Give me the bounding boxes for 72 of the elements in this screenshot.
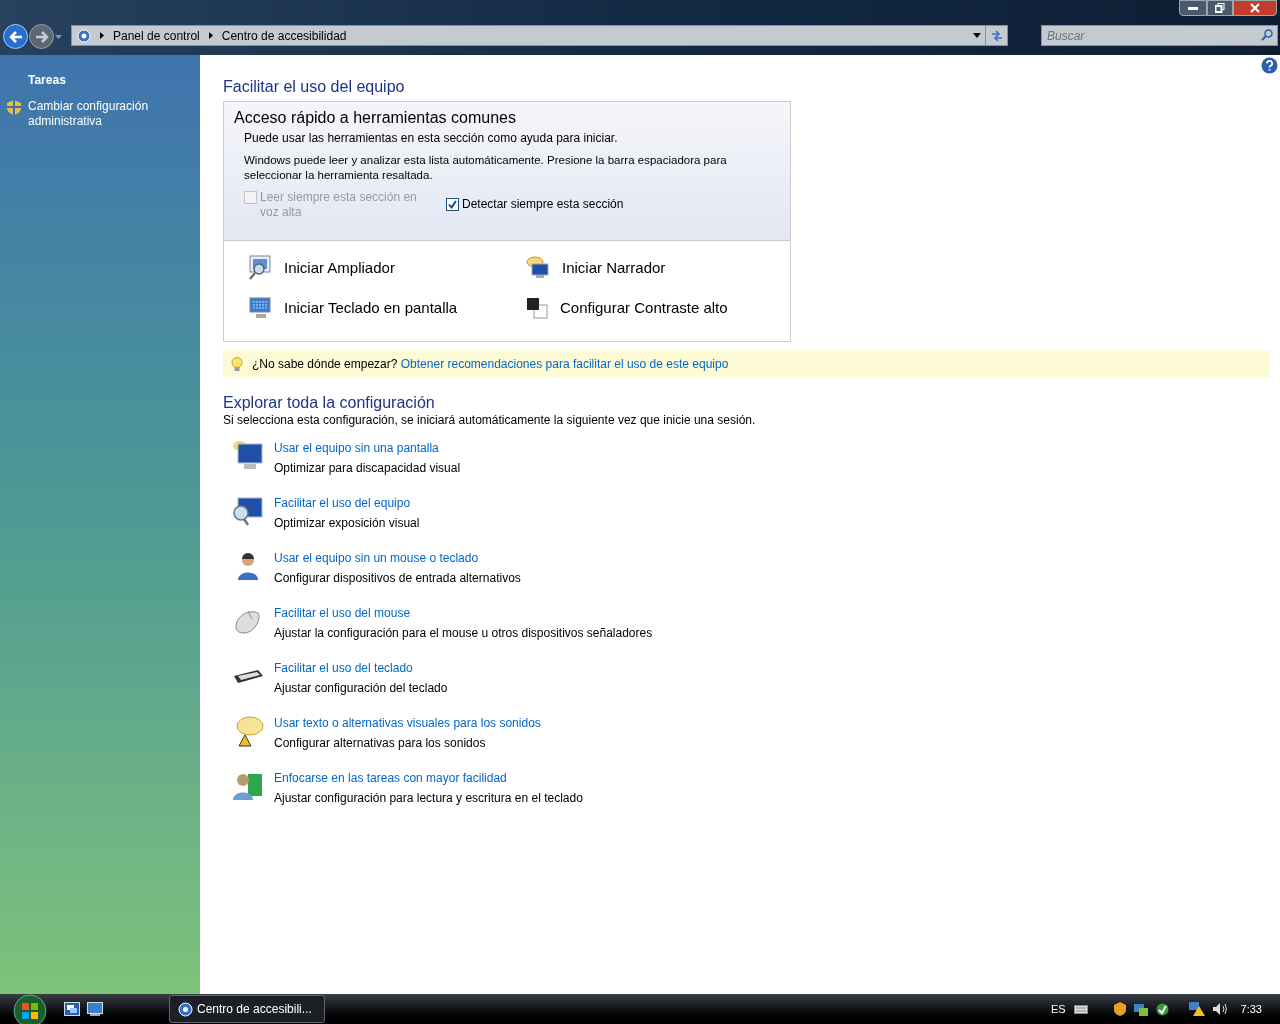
shield-icon	[7, 100, 21, 115]
minimize-button[interactable]	[1179, 0, 1207, 16]
light-bulb-icon	[231, 356, 243, 372]
checkbox-label: Leer siempre esta sección en voz alta	[260, 190, 418, 220]
checkbox[interactable]	[446, 198, 459, 211]
tool-link[interactable]: Iniciar Teclado en pantalla	[284, 296, 458, 320]
setting-link[interactable]: Facilitar el uso del mouse	[274, 606, 411, 621]
chevron-right-icon[interactable]	[100, 32, 104, 39]
minimize-icon	[1188, 6, 1198, 10]
chevron-right-icon[interactable]	[208, 32, 213, 39]
forward-button[interactable]	[29, 24, 54, 49]
magnifier-icon	[248, 255, 272, 281]
setting-link[interactable]: Usar el equipo sin una pantalla	[274, 441, 439, 456]
tool-link[interactable]: Configurar Contraste alto	[560, 296, 728, 320]
network-icon[interactable]	[1133, 1002, 1148, 1016]
speaker-icon[interactable]	[1212, 1003, 1229, 1015]
setting-description: Configurar dispositivos de entrada alternativos	[274, 571, 521, 586]
taskbar-window-button[interactable]: Centro de accesibili...	[169, 995, 325, 1023]
setting-link[interactable]: Enfocarse en las tareas con mayor facilidad	[274, 771, 507, 786]
breadcrumb-link[interactable]: Centro de accesibilidad	[221, 26, 347, 45]
sidebar-title: Tareas	[28, 72, 67, 89]
high-contrast-icon	[526, 297, 548, 319]
setting-link[interactable]: Usar el equipo sin un mouse o teclado	[274, 551, 479, 566]
setting-description: Ajustar la configuración para el mouse u otros dispositivos señaladores	[274, 626, 653, 641]
restore-button[interactable]	[1207, 0, 1233, 16]
tool-link[interactable]: Iniciar Narrador	[562, 256, 666, 280]
restore-icon	[1215, 3, 1225, 13]
recommendations-link[interactable]: Obtener recomendaciones para facilitar el uso de este equipo	[400, 357, 729, 371]
setting-description: Ajustar configuración del teclado	[274, 681, 448, 696]
network-warning-icon[interactable]	[1188, 1002, 1205, 1016]
breadcrumb-link[interactable]: Panel de control	[113, 26, 200, 45]
checkbox-label: Detectar siempre esta sección	[462, 197, 624, 212]
setting-description: Optimizar exposición visual	[274, 516, 420, 531]
panel-description: Windows puede leer y analizar esta lista automáticamente. Presione la barra espaciadora para seleccionar la herramienta resaltada.	[243, 153, 728, 183]
switch-windows-icon[interactable]	[64, 1002, 80, 1016]
clock[interactable]: 7:33	[1240, 1000, 1262, 1018]
tool-link[interactable]: Iniciar Ampliador	[284, 256, 395, 280]
section-title: Explorar toda la configuración	[223, 393, 435, 413]
setting-link[interactable]: Facilitar el uso del teclado	[274, 661, 413, 676]
monitor-magnifier-icon	[232, 495, 264, 527]
language-indicator[interactable]: ES	[1050, 1000, 1066, 1018]
setting-description: Ajustar configuración para lectura y escritura en el teclado	[274, 791, 583, 806]
control-panel-icon	[77, 28, 91, 43]
sidebar-link[interactable]: Cambiar configuración administrativa	[28, 99, 168, 129]
control-panel-icon	[178, 1001, 193, 1017]
tip-question: ¿No sabe dónde empezar?	[252, 357, 398, 371]
setting-link[interactable]: Usar texto o alternativas visuales para los sonidos	[274, 716, 541, 731]
back-arrow-icon	[8, 30, 23, 43]
panel-title: Acceso rápido a herramientas comunes	[234, 108, 517, 128]
setting-description: Configurar alternativas para los sonidos	[274, 736, 487, 751]
page-title: Facilitar el uso del equipo	[223, 77, 405, 97]
back-button[interactable]	[3, 24, 28, 49]
close-icon	[1250, 3, 1260, 13]
section-subtitle: Si selecciona esta configuración, se iniciará automáticamente la siguiente vez que inicie una sesión.	[223, 413, 757, 428]
help-icon[interactable]	[1261, 57, 1278, 74]
address-bar[interactable]: Panel de control Centro de accesibilidad	[71, 25, 1008, 46]
refresh-icon	[989, 29, 1004, 42]
dropdown-caret-icon[interactable]	[973, 33, 981, 38]
search-field[interactable]: Buscar	[1041, 25, 1278, 46]
on-screen-keyboard-icon	[248, 296, 272, 320]
setting-description: Optimizar para discapacidad visual	[274, 461, 461, 476]
close-button[interactable]	[1233, 0, 1277, 16]
show-desktop-icon[interactable]	[87, 1002, 103, 1016]
panel-intro: Puede usar las herramientas en esta sección como ayuda para iniciar.	[243, 130, 619, 147]
shield-icon[interactable]	[1113, 1002, 1126, 1016]
setting-link[interactable]: Facilitar el uso del equipo	[274, 496, 411, 511]
search-icon	[1261, 29, 1273, 41]
forward-arrow-icon	[34, 30, 49, 43]
keyboard-icon[interactable]	[1073, 1004, 1088, 1014]
checkmark-icon[interactable]	[1155, 1002, 1169, 1016]
narrator-icon	[526, 256, 550, 280]
monitor-icon	[232, 440, 264, 472]
